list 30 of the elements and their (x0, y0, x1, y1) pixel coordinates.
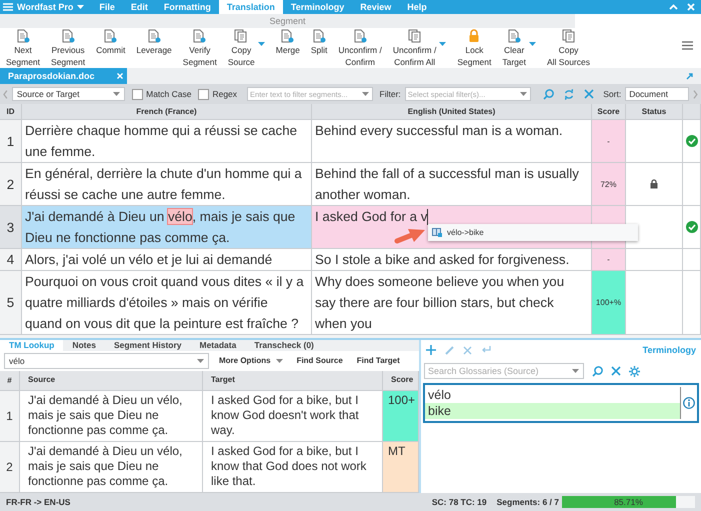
row-number: 3 (0, 206, 22, 248)
row-number: 5 (0, 271, 22, 334)
ribbon-group-label: Segment (0, 14, 575, 28)
filter-label: Filter: (380, 89, 401, 99)
score-cell: 100+ (383, 391, 419, 441)
sort-label: Sort: (603, 89, 622, 99)
source-cell: Alors, j'ai volé un vélo et je lui ai demandé (22, 249, 312, 270)
source-cell: En général, derrière la chute d'un homme qui a réussi se cache une autre femme. (22, 163, 312, 205)
source-cell: Pourquoi on vous croit quand vous dites « il y a quatre milliards d'étoiles » mais on vérifie quand on vous dit que la peinture est fraîche ? (22, 271, 312, 334)
segment-count: Segments: 6 / 7 (496, 497, 559, 507)
score-cell: 72% (592, 163, 626, 205)
row-number: 4 (0, 249, 22, 270)
score-cell: - (592, 249, 626, 270)
row-number: 2 (0, 163, 22, 205)
source-cell: Derrière chaque homme qui a réussi se cache une femme. (22, 120, 312, 162)
source-cell: J'ai demandé à Dieu un vélo, mais je sais que Dieu ne fonctionne pas comme ça. (22, 206, 312, 248)
character-counts: SC: 78 TC: 19 (432, 497, 487, 507)
row-number: 2 (0, 442, 20, 492)
language-pair: FR-FR -> EN-US (6, 497, 70, 507)
row-number: 1 (0, 391, 20, 441)
checkbox-label: Regex (212, 89, 238, 99)
score-cell: - (592, 120, 626, 162)
panel-title: Terminology (642, 345, 696, 355)
row-number: 1 (0, 120, 22, 162)
checkbox-label: Match Case (146, 89, 192, 99)
source-cell: J'ai demandé à Dieu un vélo, mais je sais que Dieu ne fonctionne pas comme ça. (20, 391, 203, 441)
source-cell: J'ai demandé à Dieu un vélo, mais je sais que Dieu ne fonctionne pas comme ça. (20, 442, 203, 492)
progress-reading: 85.71% (613, 496, 644, 508)
score-cell: MT (383, 442, 419, 492)
score-cell: 100+% (592, 271, 626, 334)
